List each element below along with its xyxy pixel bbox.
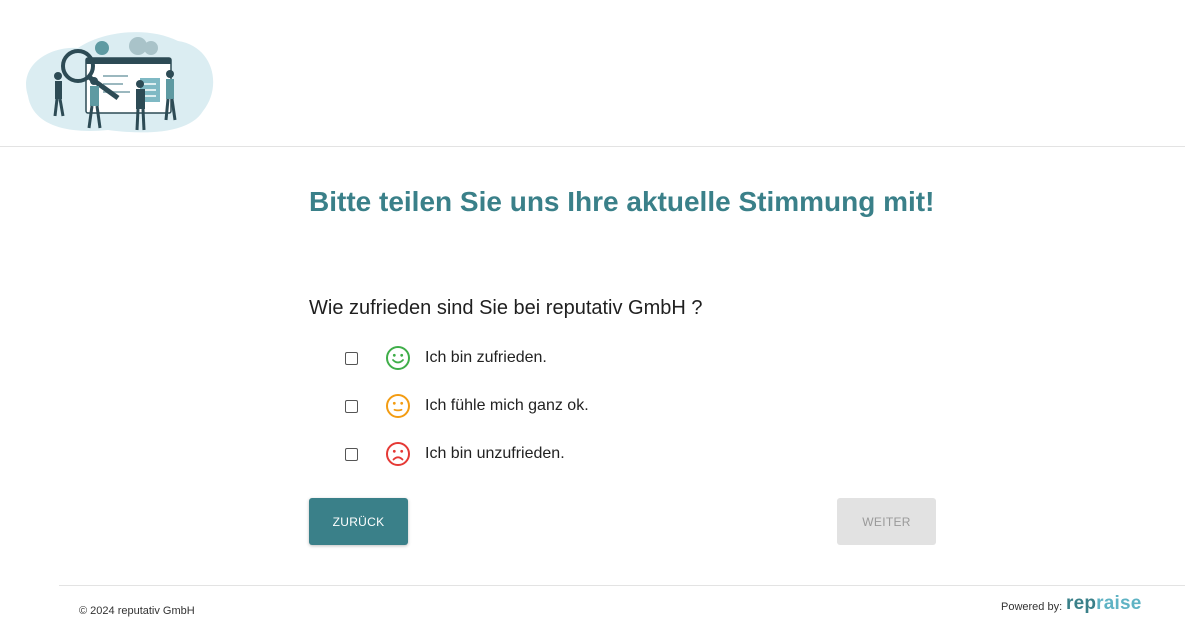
header bbox=[0, 0, 1185, 147]
back-button[interactable]: ZURÜCK bbox=[309, 498, 408, 545]
option-label: Ich fühle mich ganz ok. bbox=[425, 397, 589, 414]
option-neutral[interactable]: Ich fühle mich ganz ok. bbox=[345, 393, 589, 419]
checkbox-satisfied[interactable] bbox=[345, 351, 358, 365]
smiley-neutral-icon bbox=[386, 394, 410, 418]
repraise-logo[interactable]: repraise bbox=[1066, 593, 1142, 615]
smiley-sad-icon bbox=[386, 442, 410, 466]
checkbox-neutral[interactable] bbox=[345, 399, 358, 413]
powered-by-label: Powered by: bbox=[1001, 601, 1063, 613]
option-label: Ich bin unzufrieden. bbox=[425, 445, 565, 462]
copyright-text: © 2024 reputativ GmbH bbox=[79, 605, 195, 617]
smiley-happy-icon bbox=[386, 346, 410, 370]
footer-divider bbox=[59, 585, 1185, 586]
brand-part-2: raise bbox=[1096, 593, 1142, 614]
brand-part-1: rep bbox=[1066, 593, 1097, 614]
option-satisfied[interactable]: Ich bin zufrieden. bbox=[345, 345, 547, 371]
page-title: Bitte teilen Sie uns Ihre aktuelle Stimm… bbox=[309, 186, 935, 217]
option-label: Ich bin zufrieden. bbox=[425, 349, 547, 366]
checkbox-unsatisfied[interactable] bbox=[345, 447, 358, 461]
team-analytics-illustration-logo bbox=[26, 32, 214, 133]
option-unsatisfied[interactable]: Ich bin unzufrieden. bbox=[345, 441, 565, 467]
next-button[interactable]: WEITER bbox=[837, 498, 936, 545]
survey-question: Wie zufrieden sind Sie bei reputativ Gmb… bbox=[309, 297, 703, 319]
